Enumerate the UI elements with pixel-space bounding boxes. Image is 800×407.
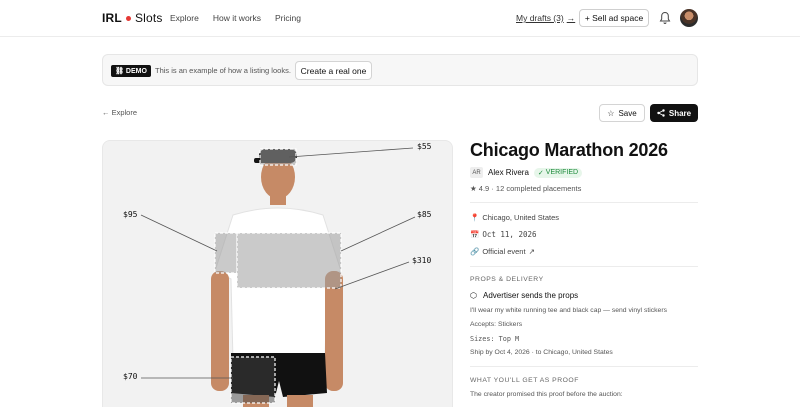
top-nav: IRL Slots Explore How it works Pricing M… [0, 0, 800, 37]
demo-badge-label: DEMO [125, 67, 147, 75]
link-icon: ⛓ [115, 68, 124, 75]
listing-photo: $55 $95 $85 $310 $70 [102, 140, 453, 407]
brand-right: Slots [134, 11, 163, 25]
calendar-icon: 📅 [470, 230, 480, 239]
star-outline-icon: ☆ [607, 108, 615, 118]
props-heading: PROPS & DELIVERY [470, 276, 544, 283]
sizes-text: Sizes: Top M [470, 335, 520, 343]
external-link-icon: ↗ [528, 247, 535, 256]
props-mode-text: Advertiser sends the props [482, 291, 579, 300]
slot-right-sleeve-price: $85 [417, 210, 432, 219]
creator-row[interactable]: AR Alex Rivera ✓ VERIFIED [470, 167, 583, 178]
creator-name[interactable]: Alex Rivera [488, 168, 529, 177]
my-drafts-label: My drafts (3) [516, 13, 564, 23]
slot-left-sleeve[interactable] [214, 232, 238, 274]
share-icon [657, 109, 665, 117]
date-text: Oct 11, 2026 [482, 230, 537, 239]
back-to-explore-link[interactable]: ← Explore [102, 108, 137, 117]
divider [470, 366, 698, 367]
brand-dot-icon [125, 15, 131, 21]
slot-shorts[interactable] [230, 356, 276, 404]
proof-description: The creator promised this proof before t… [470, 391, 623, 398]
my-drafts-link[interactable]: My drafts (3) → [516, 13, 575, 23]
share-label: Share [668, 108, 692, 118]
link-icon: 🔗 [470, 247, 480, 256]
props-mode: ⬡ Advertiser sends the props [470, 291, 578, 300]
save-button[interactable]: ☆ Save [599, 104, 645, 122]
official-event-link[interactable]: 🔗 Official event ↗ [470, 247, 535, 256]
demo-banner: ⛓ DEMO This is an example of how a listi… [102, 54, 698, 86]
creator-initials: AR [470, 167, 483, 178]
location-row: 📍 Chicago, United States [470, 213, 559, 222]
brand-logo[interactable]: IRL Slots [102, 11, 163, 25]
nav-pricing[interactable]: Pricing [275, 13, 301, 23]
slot-chest-price: $310 [412, 256, 432, 265]
nav-how-it-works[interactable]: How it works [213, 13, 261, 23]
save-label: Save [618, 108, 637, 118]
slot-left-sleeve-price: $95 [123, 210, 138, 219]
location-text: Chicago, United States [482, 213, 560, 222]
slot-shorts-price: $70 [123, 372, 138, 381]
banner-text: This is an example of how a listing look… [155, 66, 291, 75]
listing-title: Chicago Marathon 2026 [470, 140, 668, 160]
runner-figure [140, 147, 416, 407]
props-description: I'll wear my white running tee and black… [470, 307, 667, 314]
avatar[interactable] [680, 9, 698, 27]
create-real-button[interactable]: Create a real one [295, 61, 372, 80]
nav-links: Explore How it works Pricing [170, 13, 301, 23]
accepts-text: Accepts: Stickers [470, 321, 523, 328]
verified-label: VERIFIED [545, 169, 579, 176]
ship-by-text: Ship by Oct 4, 2026 · to Chicago, United… [470, 349, 613, 356]
brand-left: IRL [102, 11, 122, 25]
share-button[interactable]: Share [650, 104, 698, 122]
sell-ad-space-button[interactable]: + Sell ad space [579, 9, 649, 27]
check-circle-icon: ✓ [537, 169, 544, 177]
verified-badge: ✓ VERIFIED [533, 167, 583, 178]
arrow-right-icon: → [566, 13, 576, 23]
divider [470, 202, 698, 203]
demo-badge: ⛓ DEMO [111, 65, 151, 77]
bell-icon[interactable] [659, 11, 671, 25]
divider [470, 266, 698, 267]
box-icon: ⬡ [470, 291, 477, 300]
date-row: 📅 Oct 11, 2026 [470, 230, 537, 239]
slot-chest[interactable] [236, 232, 342, 289]
nav-explore[interactable]: Explore [170, 13, 199, 23]
proof-heading: WHAT YOU'LL GET AS PROOF [470, 377, 579, 384]
pin-icon: 📍 [470, 213, 480, 222]
slot-cap-price: $55 [417, 142, 432, 151]
official-event-label: Official event [482, 247, 526, 256]
creator-rating: ★ 4.9 · 12 completed placements [470, 184, 582, 193]
